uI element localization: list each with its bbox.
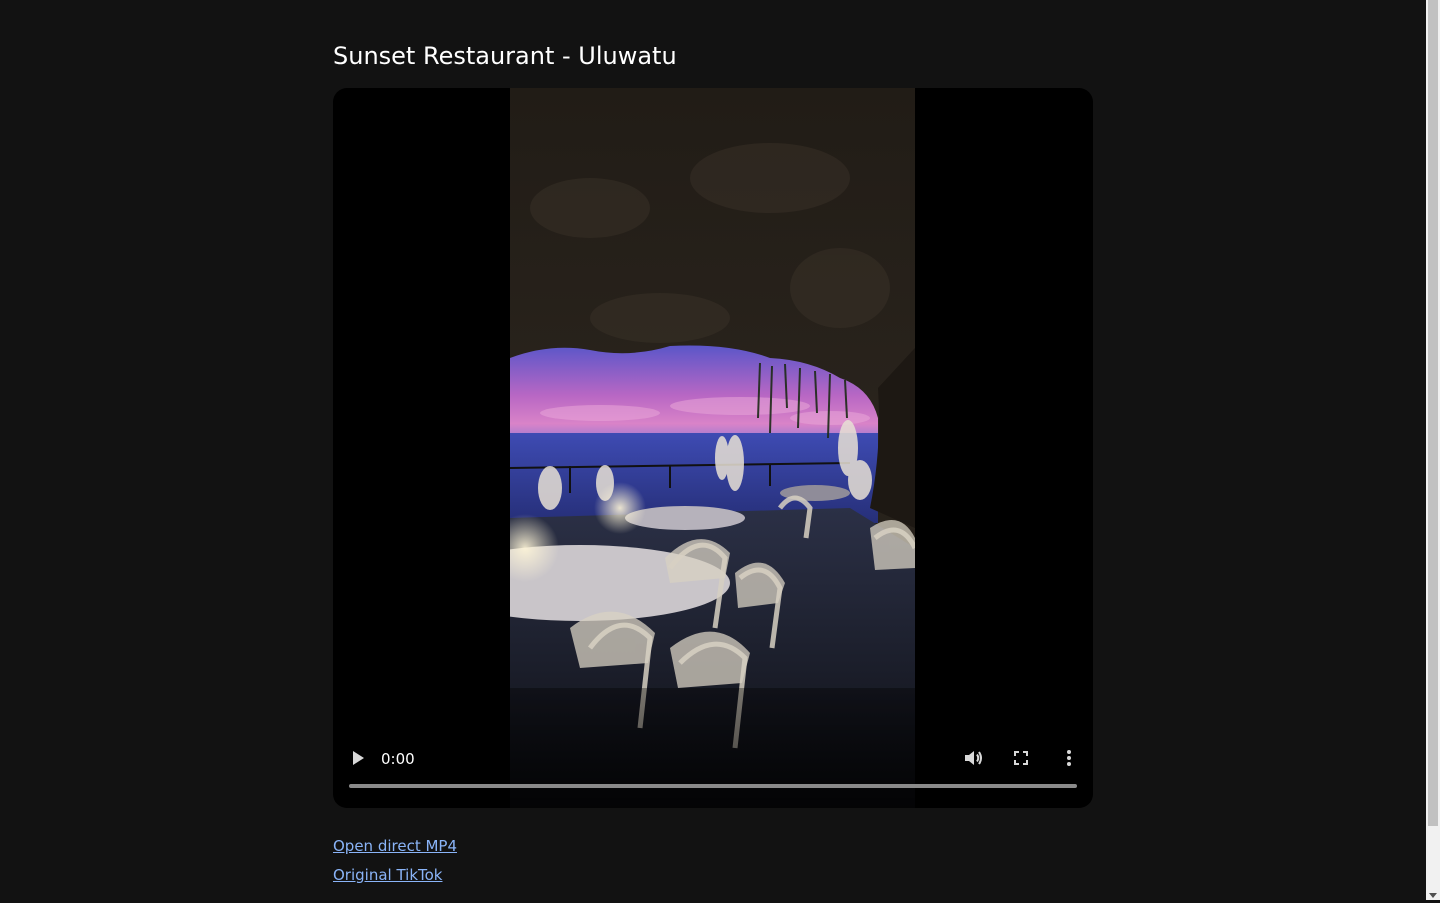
- original-tiktok-link[interactable]: Original TikTok: [333, 865, 443, 885]
- more-vert-icon: [1057, 746, 1081, 774]
- progress-bar[interactable]: [349, 784, 1077, 788]
- video-player[interactable]: 0:00: [333, 88, 1093, 808]
- current-time: 0:00: [381, 750, 415, 768]
- play-icon: [345, 746, 369, 774]
- page-title: Sunset Restaurant - Uluwatu: [333, 42, 677, 70]
- play-button[interactable]: [345, 748, 369, 772]
- fullscreen-icon: [1009, 746, 1033, 774]
- open-direct-mp4-link[interactable]: Open direct MP4: [333, 836, 457, 856]
- page: Sunset Restaurant - Uluwatu 0:00 Open di…: [0, 0, 1426, 900]
- vertical-scrollbar[interactable]: [1426, 0, 1440, 900]
- mute-button[interactable]: [961, 748, 985, 772]
- scroll-down-arrow[interactable]: [1426, 886, 1440, 900]
- volume-icon: [961, 746, 985, 774]
- fullscreen-button[interactable]: [1009, 748, 1033, 772]
- more-options-button[interactable]: [1057, 748, 1081, 772]
- scrollbar-thumb[interactable]: [1428, 0, 1438, 826]
